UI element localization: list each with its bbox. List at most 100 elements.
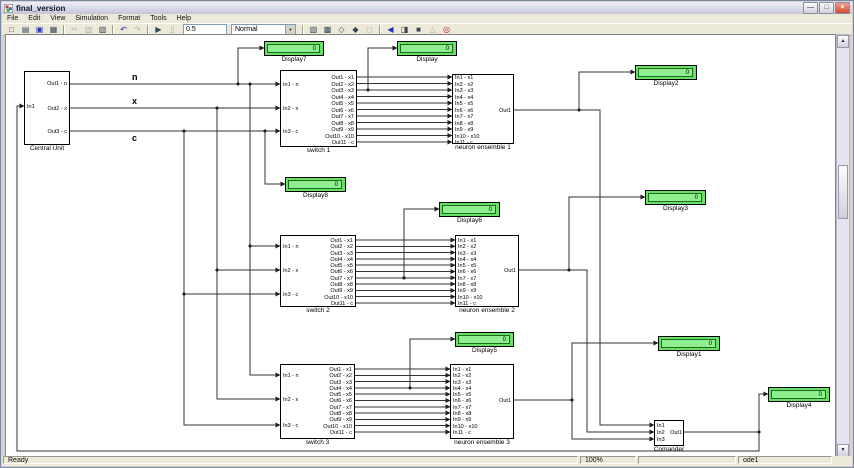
port-label: Out2 - x bbox=[47, 106, 67, 112]
signal-wire[interactable] bbox=[569, 197, 645, 270]
signal-wire[interactable] bbox=[217, 270, 280, 399]
block-caption: Central Unit bbox=[30, 145, 64, 152]
menu-item[interactable]: Edit bbox=[23, 15, 45, 22]
port-label: Out1 bbox=[499, 398, 511, 404]
toolbar-separator bbox=[147, 25, 149, 35]
scroll-up-icon[interactable]: ▲ bbox=[837, 35, 849, 48]
display-block-display6[interactable]: 0 Display6 bbox=[439, 202, 500, 217]
signal-wire[interactable] bbox=[238, 48, 264, 84]
toolbar-separator bbox=[379, 25, 381, 35]
signal-wire[interactable] bbox=[514, 110, 654, 425]
window-title: final_version bbox=[16, 4, 802, 13]
block-caption: neuron ensemble 1 bbox=[455, 144, 511, 151]
signal-wire[interactable] bbox=[404, 209, 439, 278]
display-value: 0 bbox=[771, 390, 826, 399]
display-caption: Display5 bbox=[472, 347, 497, 354]
display-caption: Display bbox=[416, 56, 437, 63]
port-label: In2 bbox=[657, 430, 665, 436]
signal-wire-feedback[interactable] bbox=[17, 106, 759, 451]
block-caption: switch 1 bbox=[307, 147, 330, 154]
port-label: In1 bbox=[27, 104, 35, 110]
signal-label-c: c bbox=[132, 133, 137, 143]
block-caption: Comander bbox=[654, 446, 684, 453]
dropdown-arrow-icon[interactable]: ▼ bbox=[285, 25, 295, 34]
signal-wire[interactable] bbox=[572, 343, 658, 400]
close-button[interactable]: × bbox=[835, 2, 850, 14]
block-caption: switch 3 bbox=[306, 439, 329, 446]
port-label: In1 bbox=[657, 423, 665, 429]
signal-wire[interactable] bbox=[684, 394, 768, 432]
display-block-display3[interactable]: 0 Display3 bbox=[645, 190, 706, 205]
display-value: 0 bbox=[661, 339, 716, 348]
port-label: Out3 - c bbox=[47, 129, 67, 135]
menu-item[interactable]: Help bbox=[172, 15, 196, 22]
restore-button[interactable]: □ bbox=[819, 2, 834, 14]
block-neuron-ensemble-2[interactable]: In1 - x1In2 - x2In3 - x3In4 - x4In5 - x5… bbox=[455, 235, 519, 307]
status-bar: Ready 100% ode1 bbox=[2, 456, 852, 466]
signal-wire[interactable] bbox=[250, 246, 280, 375]
display-caption: Display2 bbox=[654, 80, 679, 87]
display-block-display4[interactable]: 0 Display4 bbox=[768, 387, 830, 402]
signal-wire[interactable] bbox=[184, 294, 280, 425]
display-block-display8[interactable]: 0 Display8 bbox=[285, 177, 346, 192]
display-value: 0 bbox=[288, 180, 342, 189]
switch3-output-ports: Out1 - x1Out2 - x2Out3 - x3Out4 - x4Out5… bbox=[281, 367, 352, 436]
signal-wire[interactable] bbox=[514, 400, 654, 439]
simulation-mode-value: Normal bbox=[235, 26, 258, 33]
block-neuron-ensemble-1[interactable]: In1 - x1In2 - x2In3 - x3In4 - x4In5 - x5… bbox=[452, 74, 514, 144]
menu-item[interactable]: Simulation bbox=[70, 15, 113, 22]
model-canvas[interactable]: n x c In1 Out1 - n Out2 - x Out3 - c Cen… bbox=[5, 34, 836, 458]
signal-wire[interactable] bbox=[250, 84, 280, 246]
signal-wire[interactable] bbox=[519, 270, 654, 432]
menu-item[interactable]: Tools bbox=[145, 15, 171, 22]
block-switch-1[interactable]: In1 - n In2 - x In3 - c Out1 - x1Out2 - … bbox=[280, 70, 357, 147]
block-comander[interactable]: In1 In2 In3 Out1 Comander bbox=[654, 420, 684, 446]
display-block-display[interactable]: 0 Display bbox=[397, 41, 457, 56]
block-caption: switch 2 bbox=[306, 307, 329, 314]
signal-wire[interactable] bbox=[368, 48, 397, 90]
signal-wire[interactable] bbox=[410, 339, 455, 388]
status-empty-cell bbox=[638, 456, 736, 464]
menu-item[interactable]: View bbox=[45, 15, 70, 22]
display-caption: Display1 bbox=[677, 351, 702, 358]
toolbar-separator bbox=[112, 25, 114, 35]
menu-item[interactable]: Format bbox=[113, 15, 145, 22]
display-block-display5[interactable]: 0 Display5 bbox=[455, 332, 514, 347]
port-label: In11 - c bbox=[453, 430, 513, 436]
display-block-display2[interactable]: 0 Display2 bbox=[635, 65, 697, 80]
switch2-output-ports: Out1 - x1Out2 - x2Out3 - x3Out4 - x4Out5… bbox=[281, 238, 353, 307]
block-switch-3[interactable]: In1 - n In2 - x In3 - c Out1 - x1Out2 - … bbox=[280, 364, 355, 439]
simulink-icon bbox=[4, 4, 13, 13]
block-switch-2[interactable]: In1 - n In2 - x In3 - c Out1 - x1Out2 - … bbox=[280, 235, 356, 307]
port-label: Out1 bbox=[670, 430, 682, 436]
signal-wire[interactable] bbox=[217, 108, 280, 270]
display-caption: Display8 bbox=[303, 192, 328, 199]
display-caption: Display7 bbox=[282, 56, 307, 63]
display-value: 0 bbox=[648, 193, 702, 202]
status-ready: Ready bbox=[3, 456, 578, 464]
display-value: 0 bbox=[267, 44, 320, 53]
port-label: Out11 - c bbox=[281, 140, 354, 147]
block-neuron-ensemble-3[interactable]: In1 - x1In2 - x2In3 - x3In4 - x4In5 - x5… bbox=[450, 364, 514, 439]
port-label: In3 bbox=[657, 437, 665, 443]
port-label: Out1 - n bbox=[47, 81, 67, 87]
signal-wire[interactable] bbox=[184, 131, 280, 294]
display-value: 0 bbox=[458, 335, 510, 344]
display-block-display1[interactable]: 0 Display1 bbox=[658, 336, 720, 351]
port-label: Out11 - c bbox=[281, 430, 352, 436]
scrollbar-thumb[interactable] bbox=[838, 165, 848, 219]
block-central-unit[interactable]: In1 Out1 - n Out2 - x Out3 - c Central U… bbox=[24, 71, 70, 145]
block-caption: neuron ensemble 3 bbox=[454, 439, 510, 446]
signal-wire[interactable] bbox=[579, 72, 635, 110]
signal-label-n: n bbox=[132, 72, 138, 82]
wires-layer bbox=[6, 35, 835, 457]
port-label: Out1 bbox=[499, 108, 511, 114]
toolbar-separator bbox=[63, 25, 65, 35]
vertical-scrollbar[interactable]: ▲ ▼ bbox=[836, 34, 850, 458]
display-value: 0 bbox=[442, 205, 496, 214]
display-caption: Display4 bbox=[787, 402, 812, 409]
menu-item[interactable]: File bbox=[2, 15, 23, 22]
display-block-display7[interactable]: 0 Display7 bbox=[264, 41, 324, 56]
toolbar-separator bbox=[302, 25, 304, 35]
minimize-button[interactable]: — bbox=[803, 2, 818, 14]
